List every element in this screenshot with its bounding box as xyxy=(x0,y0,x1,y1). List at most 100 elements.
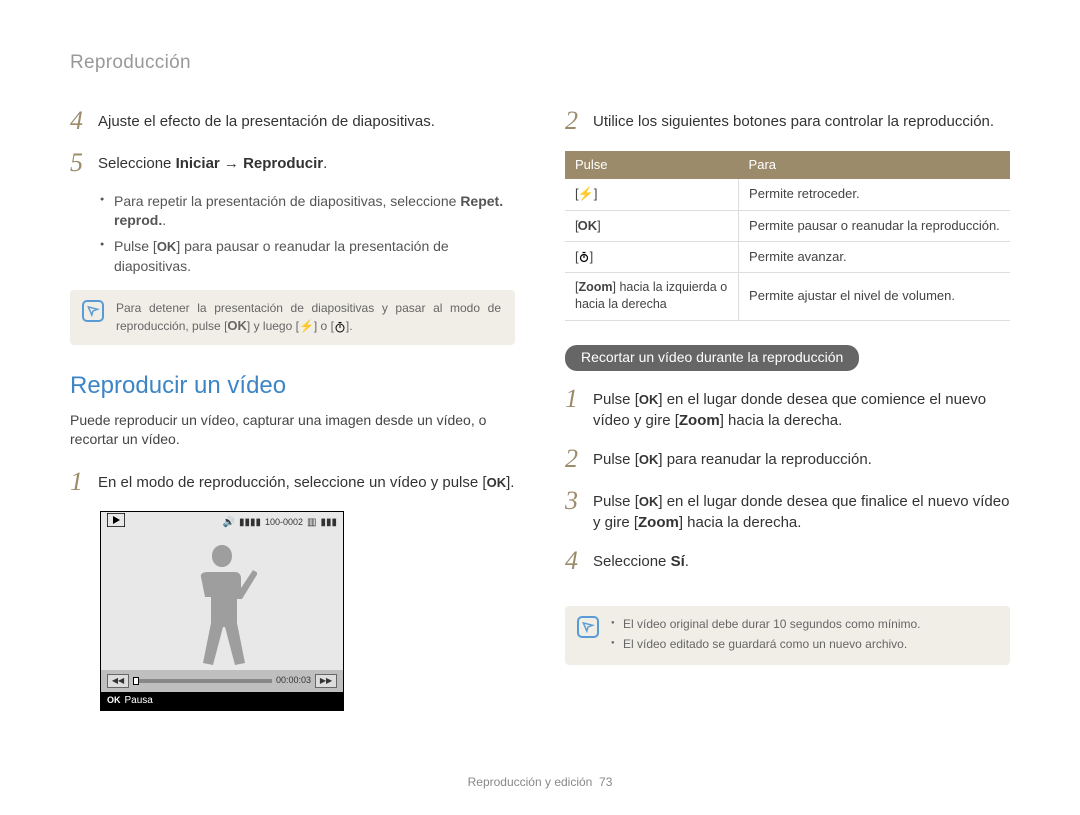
step-number: 5 xyxy=(70,149,98,178)
th-pulse: Pulse xyxy=(565,151,739,179)
note-box: Para detener la presentación de diaposit… xyxy=(70,290,515,345)
step-number: 1 xyxy=(70,468,98,497)
right-column: 2 Utilice los siguientes botones para co… xyxy=(565,107,1010,711)
text: Pulse [ xyxy=(114,238,157,254)
th-para: Para xyxy=(739,151,1010,179)
text: . xyxy=(685,553,689,570)
bold-text: Reproducir xyxy=(243,155,323,172)
cut-step-3: 3 Pulse [OK] en el lugar donde desea que… xyxy=(565,487,1010,533)
volume-icon: 🔊 xyxy=(223,516,235,530)
section-description: Puede reproducir un vídeo, capturar una … xyxy=(70,411,515,450)
step-number: 4 xyxy=(70,107,98,136)
flash-icon-bold: ⚡ xyxy=(578,186,594,201)
card-icon: ▥ xyxy=(307,516,316,530)
file-number: 100-0002 xyxy=(265,516,303,529)
forward-icon: ▶▶ xyxy=(315,674,337,688)
person-silhouette xyxy=(187,540,257,670)
flash-icon: ⚡ xyxy=(299,319,314,333)
note-box: El vídeo original debe durar 10 segundos… xyxy=(565,606,1010,666)
note-icon xyxy=(577,616,599,638)
timer-icon xyxy=(334,319,346,333)
footer-text: Reproducción y edición xyxy=(468,775,593,789)
text: ] y luego [ xyxy=(247,319,299,333)
text: Seleccione xyxy=(98,155,176,172)
time-display: 00:00:03 xyxy=(276,674,311,687)
cut-step-2: 2 Pulse [OK] para reanudar la reproducci… xyxy=(565,445,1010,474)
text: Seleccione xyxy=(593,553,671,570)
step-text: En el modo de reproducción, seleccione u… xyxy=(98,468,515,493)
controls-table: Pulse Para [⚡] Permite retroceder. [OK] … xyxy=(565,151,1010,321)
video-preview-screenshot: 🔊 ▮▮▮▮ 100-0002 ▥ ▮▮▮ ◀◀ 00:00:03 ▶▶ xyxy=(100,511,344,711)
step-4: 4 Ajuste el efecto de la presentación de… xyxy=(70,107,515,136)
bullet-list: Para repetir la presentación de diaposit… xyxy=(70,192,515,276)
text: ]. xyxy=(346,319,353,333)
cell-desc: Permite avanzar. xyxy=(739,241,1010,272)
table-row: [Zoom] hacia la izquierda o hacia la der… xyxy=(565,272,1010,320)
subsection-pill: Recortar un vídeo durante la reproducció… xyxy=(565,345,859,371)
screen-playback-bar: ◀◀ 00:00:03 ▶▶ xyxy=(101,670,343,692)
cell-button: [⚡] xyxy=(565,179,739,210)
progress-thumb xyxy=(133,677,139,685)
left-column: 4 Ajuste el efecto de la presentación de… xyxy=(70,107,515,711)
text: . xyxy=(162,212,166,228)
text: Para repetir la presentación de diaposit… xyxy=(114,193,460,209)
step-number: 4 xyxy=(565,547,593,576)
ok-label: OK xyxy=(107,694,121,707)
cell-button: [] xyxy=(565,241,739,272)
bullet-item: Para repetir la presentación de diaposit… xyxy=(100,192,515,231)
video-step-1: 1 En el modo de reproducción, seleccione… xyxy=(70,468,515,497)
ok-label: OK xyxy=(639,493,659,511)
text: ] hacia la derecha. xyxy=(720,412,843,429)
text: Pulse [ xyxy=(593,451,639,468)
text: ]. xyxy=(506,474,514,491)
section-title: Reproducir un vídeo xyxy=(70,369,515,403)
text: En el modo de reproducción, seleccione u… xyxy=(98,474,487,491)
step-5: 5 Seleccione Iniciar → Reproducir. xyxy=(70,149,515,178)
ok-label: OK xyxy=(487,474,507,492)
bold-text: Iniciar xyxy=(176,155,220,172)
step-number: 2 xyxy=(565,107,593,136)
bold-text: Sí xyxy=(671,553,685,570)
two-column-layout: 4 Ajuste el efecto de la presentación de… xyxy=(70,107,1010,711)
note-list: El vídeo original debe durar 10 segundos… xyxy=(611,616,996,653)
step-text: Seleccione Sí. xyxy=(593,547,1010,572)
note-item: El vídeo original debe durar 10 segundos… xyxy=(611,616,996,633)
step-number: 1 xyxy=(565,385,593,414)
table-row: [OK] Permite pausar o reanudar la reprod… xyxy=(565,210,1010,241)
step-2-controls: 2 Utilice los siguientes botones para co… xyxy=(565,107,1010,136)
text: Pulse [ xyxy=(593,391,639,408)
ok-label: OK xyxy=(157,238,177,256)
ok-label: OK xyxy=(639,451,659,469)
step-text: Ajuste el efecto de la presentación de d… xyxy=(98,107,515,132)
cell-desc: Permite ajustar el nivel de volumen. xyxy=(739,272,1010,320)
text: ] o [ xyxy=(314,319,334,333)
page-footer: Reproducción y edición 73 xyxy=(0,774,1080,791)
bold-text: Zoom xyxy=(638,514,679,531)
ok-label: OK xyxy=(639,391,659,409)
rewind-icon: ◀◀ xyxy=(107,674,129,688)
signal-icon: ▮▮▮▮ xyxy=(239,516,261,530)
step-number: 2 xyxy=(565,445,593,474)
cut-step-4: 4 Seleccione Sí. xyxy=(565,547,1010,576)
bold-text: Zoom xyxy=(578,280,612,294)
cut-step-1: 1 Pulse [OK] en el lugar donde desea que… xyxy=(565,385,1010,431)
step-text: Pulse [OK] para reanudar la reproducción… xyxy=(593,445,1010,470)
page-header: Reproducción xyxy=(70,50,1010,77)
cell-button: [OK] xyxy=(565,210,739,241)
top-right-indicators: 🔊 ▮▮▮▮ 100-0002 ▥ ▮▮▮ xyxy=(223,516,337,530)
screen-footer: OK Pausa xyxy=(101,692,343,710)
bold-text: Zoom xyxy=(679,412,720,429)
progress-track xyxy=(133,679,272,683)
text: ] hacia la derecha. xyxy=(679,514,802,531)
step-text: Seleccione Iniciar → Reproducir. xyxy=(98,149,515,174)
text: . xyxy=(323,155,327,172)
note-icon xyxy=(82,300,104,322)
timer-icon xyxy=(578,249,590,264)
bullet-item: Pulse [OK] para pausar o reanudar la pre… xyxy=(100,237,515,276)
screen-top-bar: 🔊 ▮▮▮▮ 100-0002 ▥ ▮▮▮ xyxy=(101,512,343,534)
screen-body xyxy=(101,534,343,670)
cell-desc: Permite retroceder. xyxy=(739,179,1010,210)
cell-desc: Permite pausar o reanudar la reproducció… xyxy=(739,210,1010,241)
battery-icon: ▮▮▮ xyxy=(320,516,337,530)
arrow: → xyxy=(220,155,243,172)
